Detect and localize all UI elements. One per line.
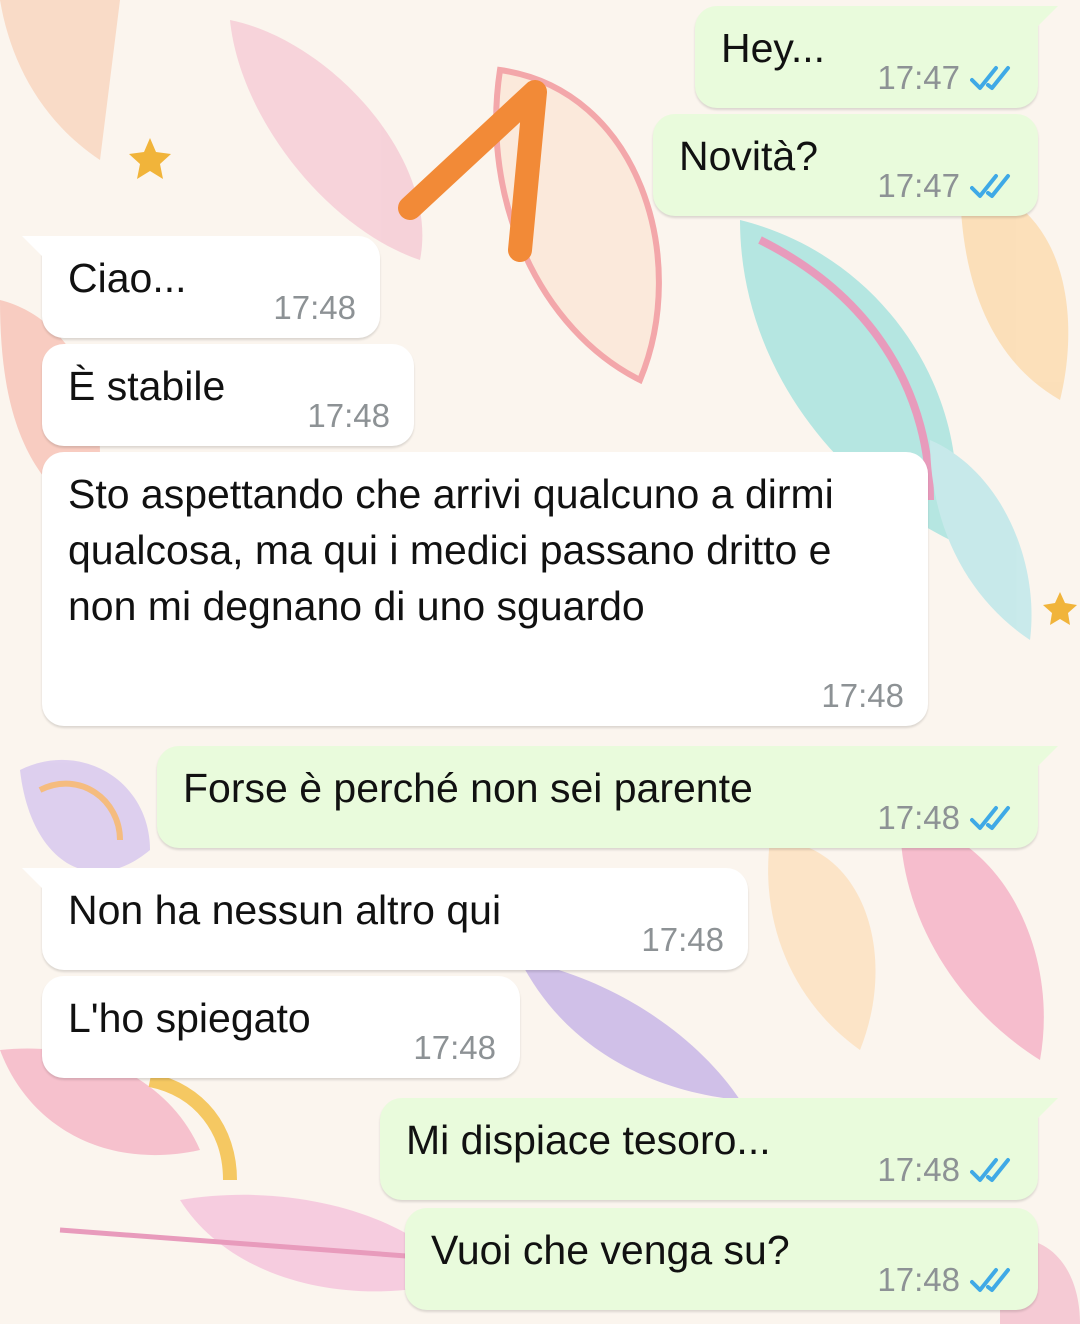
upward-arrow-icon: [398, 80, 547, 262]
